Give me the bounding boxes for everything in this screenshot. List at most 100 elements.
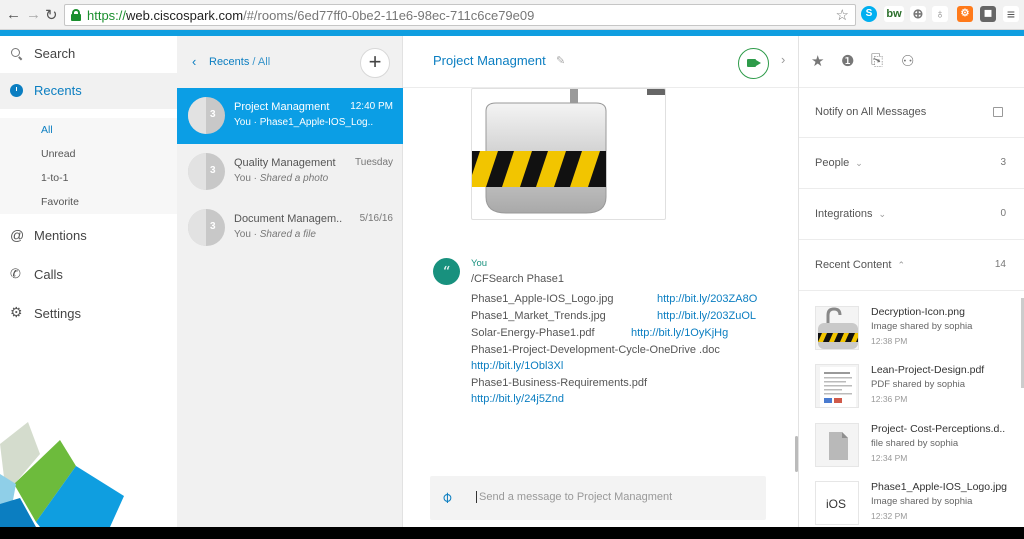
skype-icon[interactable]: S xyxy=(861,6,877,22)
recents-filter: All Unread 1-to-1 Favorite xyxy=(0,118,177,214)
nav-calls-label: Calls xyxy=(34,267,63,282)
phone-icon: ✆ xyxy=(10,266,21,281)
filter-1-to-1[interactable]: 1-to-1 xyxy=(41,172,68,184)
content-time: 12:38 PM xyxy=(871,336,908,346)
nav-recents-label: Recents xyxy=(34,83,82,98)
chevron-down-icon: ⌄ xyxy=(878,209,887,219)
rooms-list: ‹ Recents / All + 3 Project Managment 12… xyxy=(177,36,403,527)
gear-icon: ⚙ xyxy=(10,304,23,320)
message-text: Phase1-Project-Development-Cycle-OneDriv… xyxy=(471,344,720,356)
room-item[interactable]: 3 Quality Management Tuesday You · Share… xyxy=(177,144,403,200)
content-item[interactable]: iOS Phase1_Apple-IOS_Logo.jpg Image shar… xyxy=(815,481,1024,527)
message-link[interactable]: http://bit.ly/203ZuOL xyxy=(657,310,756,322)
breadcrumb[interactable]: Recents / All xyxy=(209,56,270,68)
recent-content-row[interactable]: Recent Content ⌃ 14 xyxy=(799,241,1024,291)
room-title[interactable]: Project Managment xyxy=(433,53,546,68)
content-name: Decryption-Icon.png xyxy=(871,306,965,318)
video-call-button[interactable] xyxy=(738,48,769,79)
message-text: /CFSearch Phase1 xyxy=(471,273,564,285)
bookmark-star-icon[interactable]: ☆ xyxy=(836,6,849,24)
content-item[interactable]: Lean-Project-Design.pdf PDF shared by so… xyxy=(815,364,1024,422)
message-text: Solar-Energy-Phase1.pdf xyxy=(471,327,595,339)
chevron-up-icon: ⌃ xyxy=(897,260,905,270)
rooms-header: ‹ Recents / All + xyxy=(177,36,403,88)
info-icon[interactable]: ❶ xyxy=(841,52,854,70)
edit-pencil-icon[interactable]: ✎ xyxy=(556,54,565,67)
room-name: Project Managment xyxy=(234,101,330,113)
chevron-left-icon[interactable]: ‹ xyxy=(192,54,196,69)
room-last-activity: You · Shared a photo xyxy=(234,173,329,184)
reload-icon[interactable]: ↻ xyxy=(45,6,58,24)
message-text: Phase1_Market_Trends.jpg xyxy=(471,310,606,322)
content-shared-by: PDF shared by sophia xyxy=(871,379,965,390)
video-camera-icon xyxy=(747,59,761,67)
integrations-label: Integrations ⌄ xyxy=(815,208,887,220)
url-text: https://web.ciscospark.com/#/rooms/6ed77… xyxy=(87,8,535,23)
back-arrow-icon[interactable]: ← xyxy=(6,6,21,23)
nav-mentions-label: Mentions xyxy=(34,228,87,243)
message-link[interactable]: http://bit.ly/1OyKjHg xyxy=(631,327,728,339)
nav-settings[interactable]: ⚙ Settings xyxy=(0,296,177,332)
menu-icon[interactable]: ≡ xyxy=(1003,6,1019,22)
nav-calls[interactable]: ✆ Calls xyxy=(0,257,177,293)
add-room-button[interactable]: + xyxy=(360,48,390,78)
message-link[interactable]: http://bit.ly/203ZA8O xyxy=(657,293,757,305)
notify-checkbox[interactable] xyxy=(993,107,1003,117)
pin-icon[interactable]: ♁ xyxy=(932,6,948,22)
bw-extension-icon[interactable]: bw xyxy=(884,6,904,22)
room-item[interactable]: 3 Project Managment 12:40 PM You · Phase… xyxy=(177,88,403,144)
integrations-count: 0 xyxy=(1000,208,1006,219)
people-count: 3 xyxy=(1000,157,1006,168)
chevron-right-icon[interactable]: › xyxy=(781,52,785,67)
nav-search[interactable]: Search xyxy=(0,36,177,72)
shared-image-card[interactable] xyxy=(471,88,666,220)
filter-favorite[interactable]: Favorite xyxy=(41,196,79,208)
paperclip-icon[interactable]: ⌀ xyxy=(437,487,456,506)
room-name: Document Managem.. xyxy=(234,213,343,225)
message-input[interactable]: Send a message to Project Managment xyxy=(476,491,672,503)
nav-recents[interactable]: Recents xyxy=(0,73,177,109)
room-last-activity: You · Shared a file xyxy=(234,229,316,240)
notify-row[interactable]: Notify on All Messages xyxy=(799,88,1024,138)
content-name: Project- Cost-Perceptions.d.. xyxy=(871,423,1006,435)
room-time: Tuesday xyxy=(355,157,393,168)
message-link[interactable]: http://bit.ly/1Obl3Xl xyxy=(471,360,563,372)
add-person-icon[interactable]: ⚇ xyxy=(901,52,914,70)
room-details-panel: ★ ❶ ⎘ ⚇ Notify on All Messages People ⌄ 3… xyxy=(798,36,1024,527)
forward-arrow-icon[interactable]: → xyxy=(26,6,41,23)
hubspot-icon[interactable]: ⚙ xyxy=(957,6,973,22)
nav-mentions[interactable]: @ Mentions xyxy=(0,218,177,254)
content-shared-by: Image shared by sophia xyxy=(871,321,973,332)
content-time: 12:34 PM xyxy=(871,453,908,463)
globe-icon[interactable]: ⊕ xyxy=(910,6,926,22)
integrations-row[interactable]: Integrations ⌄ 0 xyxy=(799,190,1024,240)
sender-avatar: “ xyxy=(433,258,460,285)
people-row[interactable]: People ⌄ 3 xyxy=(799,139,1024,189)
content-item[interactable]: Decryption-Icon.png Image shared by soph… xyxy=(815,306,1024,364)
content-thumbnail xyxy=(815,306,859,350)
filter-all[interactable]: All xyxy=(41,124,53,136)
room-time: 5/16/16 xyxy=(359,213,393,224)
avatar: 3 xyxy=(188,153,225,190)
extension-icon[interactable]: ◼ xyxy=(980,6,996,22)
content-shared-by: Image shared by sophia xyxy=(871,496,973,507)
content-item[interactable]: Project- Cost-Perceptions.d.. file share… xyxy=(815,423,1024,481)
recents-icon xyxy=(10,84,23,97)
star-icon[interactable]: ★ xyxy=(811,52,824,70)
filter-unread[interactable]: Unread xyxy=(41,148,75,160)
message-composer[interactable]: ⌀ Send a message to Project Managment xyxy=(430,476,766,520)
people-label: People ⌄ xyxy=(815,157,863,169)
room-time: 12:40 PM xyxy=(350,101,393,112)
message-link[interactable]: http://bit.ly/24j5Znd xyxy=(471,393,564,405)
address-bar[interactable]: https://web.ciscospark.com/#/rooms/6ed77… xyxy=(64,4,856,26)
avatar: 3 xyxy=(188,209,225,246)
leave-room-icon[interactable]: ⎘ xyxy=(871,52,883,69)
padlock-image xyxy=(472,89,665,214)
content-shared-by: file shared by sophia xyxy=(871,438,959,449)
content-thumbnail xyxy=(815,423,859,467)
browser-toolbar: ← → ↻ https://web.ciscospark.com/#/rooms… xyxy=(0,0,1024,30)
file-icon xyxy=(829,432,848,460)
room-name: Quality Management xyxy=(234,157,336,169)
recent-content-count: 14 xyxy=(994,259,1006,270)
room-item[interactable]: 3 Document Managem.. 5/16/16 You · Share… xyxy=(177,200,403,256)
